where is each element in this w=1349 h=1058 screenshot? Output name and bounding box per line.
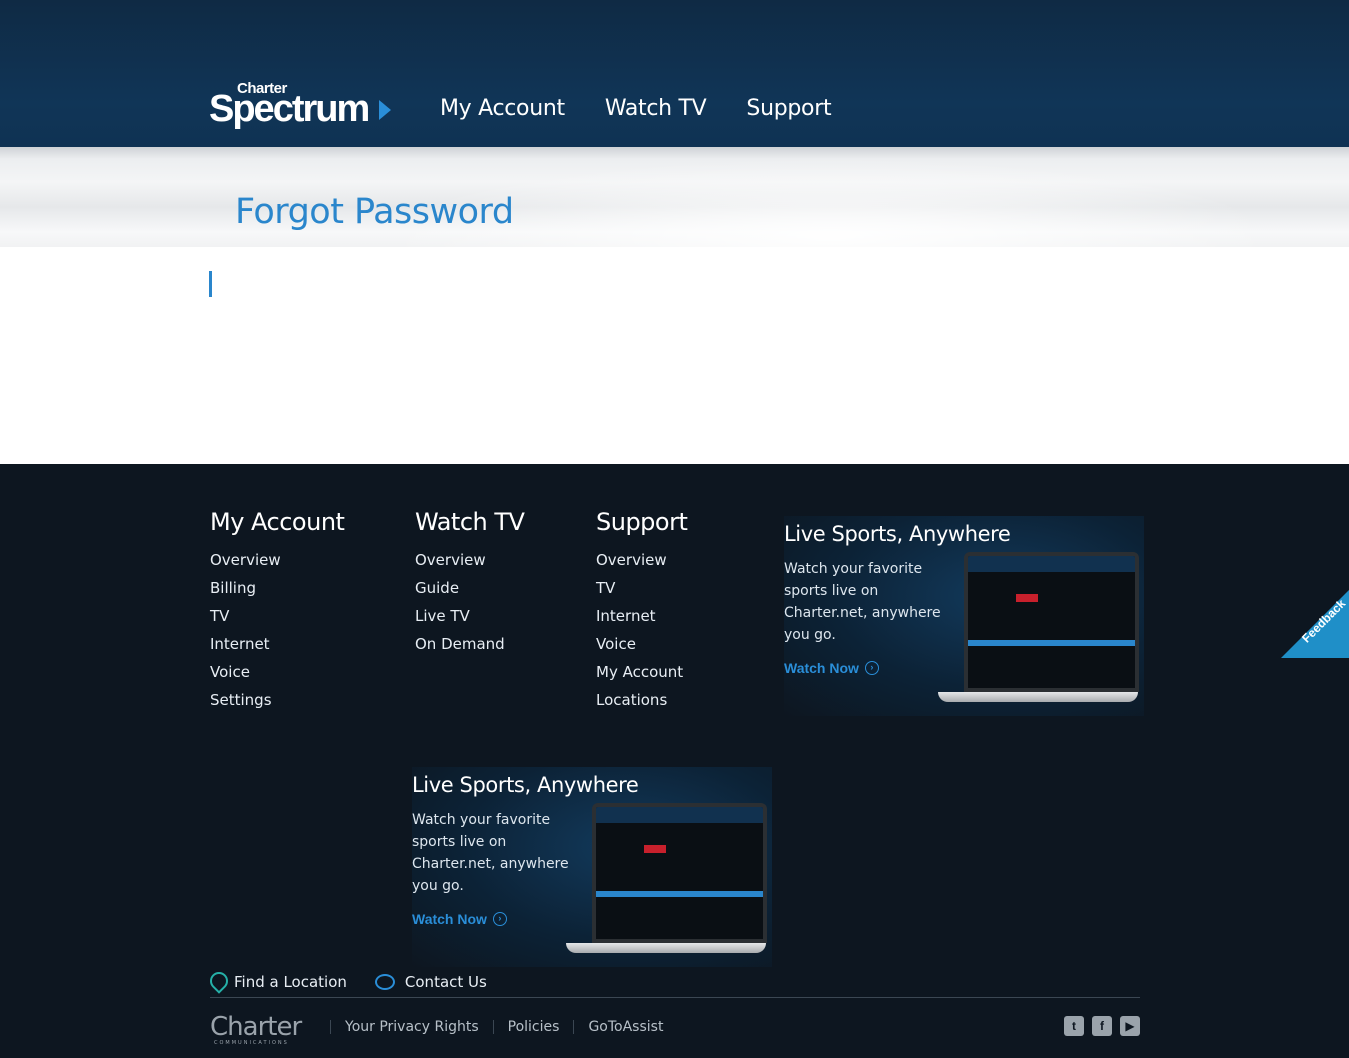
- watch-now-label: Watch Now: [412, 911, 487, 927]
- footer-heading: My Account: [210, 508, 345, 536]
- main-content: [0, 247, 1349, 464]
- main-nav: My Account Watch TV Support: [440, 96, 832, 121]
- footer-col-support: Support Overview TV Internet Voice My Ac…: [596, 508, 688, 714]
- legal-links: Your Privacy Rights Policies GoToAssist: [330, 1019, 663, 1035]
- separator: [573, 1020, 575, 1034]
- footer-link[interactable]: Overview: [596, 546, 687, 574]
- laptop-image: [938, 552, 1139, 702]
- youtube-icon[interactable]: ▶: [1120, 1016, 1140, 1036]
- facebook-icon[interactable]: f: [1092, 1016, 1112, 1036]
- footer-link[interactable]: TV: [210, 602, 344, 630]
- footer-heading: Support: [596, 508, 688, 536]
- chat-bubble-icon: [374, 974, 395, 990]
- nav-support[interactable]: Support: [746, 96, 831, 121]
- contact-us-label: Contact Us: [404, 973, 487, 991]
- promo-live-sports: Live Sports, Anywhere Watch your favorit…: [412, 767, 772, 967]
- watch-now-link[interactable]: Watch Now ›: [784, 660, 879, 676]
- footer-link[interactable]: Internet: [210, 630, 344, 658]
- contact-us-link[interactable]: Contact Us: [374, 973, 487, 991]
- footer-heading: Watch TV: [415, 508, 525, 536]
- nav-my-account[interactable]: My Account: [440, 96, 565, 121]
- separator: [492, 1020, 494, 1034]
- decorative-swirl: [380, 157, 1280, 247]
- privacy-rights-link[interactable]: Your Privacy Rights: [345, 1019, 479, 1035]
- charter-logo[interactable]: Charter COMMUNICATIONS: [210, 1012, 330, 1046]
- footer-link[interactable]: Settings: [210, 686, 344, 714]
- promo-title: Live Sports, Anywhere: [784, 522, 1011, 546]
- promo-body: Watch your favorite sports live on Chart…: [412, 812, 569, 894]
- footer-link[interactable]: On Demand: [415, 630, 524, 658]
- footer-link[interactable]: Voice: [596, 630, 687, 658]
- footer-col-my-account: My Account Overview Billing TV Internet …: [210, 508, 345, 714]
- footer-link[interactable]: Live TV: [415, 602, 524, 630]
- feedback-tab[interactable]: Feedback: [1281, 590, 1349, 658]
- chevron-right-icon: ›: [492, 912, 507, 926]
- footer-link[interactable]: Overview: [210, 546, 344, 574]
- footer-link[interactable]: TV: [596, 574, 687, 602]
- site-header: Charter Spectrum My Account Watch TV Sup…: [0, 0, 1349, 147]
- location-pin-icon: [210, 972, 224, 992]
- spectrum-logo[interactable]: Charter Spectrum: [209, 80, 394, 132]
- laptop-image: [566, 803, 767, 953]
- page-title-band: Forgot Password: [0, 147, 1349, 247]
- footer-col-watch-tv: Watch TV Overview Guide Live TV On Deman…: [415, 508, 525, 658]
- chevron-right-icon: ›: [864, 661, 879, 675]
- footer-link[interactable]: Overview: [415, 546, 524, 574]
- footer-link[interactable]: Internet: [596, 602, 687, 630]
- logo-spectrum-text: Spectrum: [209, 88, 370, 130]
- charter-logo-tagline: COMMUNICATIONS: [214, 1040, 289, 1046]
- promo-live-sports: Live Sports, Anywhere Watch your favorit…: [784, 516, 1144, 716]
- gotoassist-link[interactable]: GoToAssist: [588, 1019, 663, 1035]
- logo-arrow-icon: [379, 100, 391, 120]
- nav-watch-tv[interactable]: Watch TV: [605, 96, 707, 121]
- page-title: Forgot Password: [235, 192, 514, 232]
- footer-link[interactable]: Guide: [415, 574, 524, 602]
- social-links: t f ▶: [1064, 1016, 1140, 1036]
- watch-now-label: Watch Now: [784, 660, 859, 676]
- footer-link[interactable]: Voice: [210, 658, 344, 686]
- policies-link[interactable]: Policies: [508, 1019, 560, 1035]
- find-location-label: Find a Location: [234, 973, 347, 991]
- loading-indicator: [209, 271, 212, 297]
- site-footer: My Account Overview Billing TV Internet …: [0, 464, 1349, 1058]
- twitter-icon[interactable]: t: [1064, 1016, 1084, 1036]
- promo-title: Live Sports, Anywhere: [412, 773, 639, 797]
- footer-link[interactable]: Locations: [596, 686, 687, 714]
- footer-quick-links: Find a Location Contact Us: [210, 972, 487, 992]
- footer-link[interactable]: Billing: [210, 574, 344, 602]
- footer-link[interactable]: My Account: [596, 658, 687, 686]
- footer-bottom: Charter COMMUNICATIONS Your Privacy Righ…: [210, 1012, 1140, 1046]
- find-location-link[interactable]: Find a Location: [210, 972, 347, 992]
- charter-logo-text: Charter: [210, 1012, 302, 1042]
- promo-body: Watch your favorite sports live on Chart…: [784, 561, 941, 643]
- separator: [330, 1020, 331, 1034]
- watch-now-link[interactable]: Watch Now ›: [412, 911, 507, 927]
- footer-divider: [210, 997, 1140, 998]
